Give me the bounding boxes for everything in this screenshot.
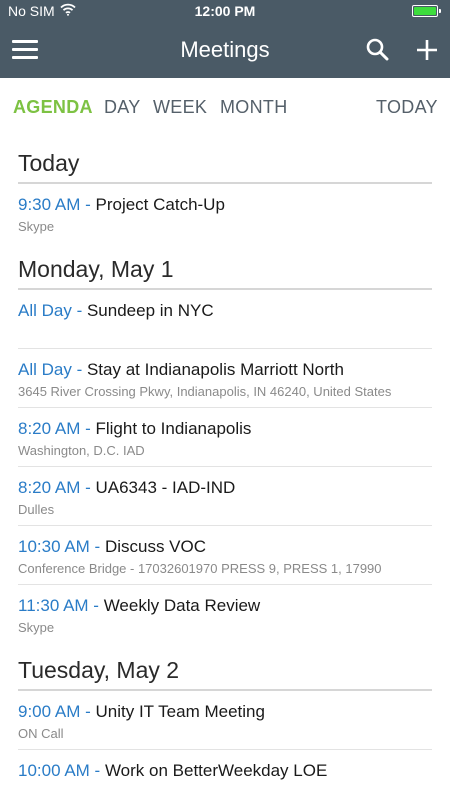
event-time: 10:30 AM <box>18 537 90 556</box>
event-time: All Day <box>18 360 72 379</box>
event-item[interactable]: 9:30 AM - Project Catch-Up Skype <box>18 184 432 242</box>
search-icon[interactable] <box>364 36 392 64</box>
tab-agenda[interactable]: AGENDA <box>13 97 93 118</box>
event-title: Discuss VOC <box>104 537 207 556</box>
event-location: Dulles <box>18 502 55 517</box>
event-separator: - <box>80 702 96 721</box>
agenda-list: Today 9:30 AM - Project Catch-Up Skype M… <box>0 136 450 808</box>
status-time: 12:00 PM <box>194 3 256 19</box>
event-location: Washington, D.C. IAD <box>18 443 145 458</box>
view-tabs: AGENDA DAY WEEK MONTH TODAY <box>0 78 450 134</box>
event-separator: - <box>89 761 105 780</box>
event-separator: - <box>71 360 87 379</box>
event-time: 9:30 AM <box>18 195 81 214</box>
event-time: 11:30 AM <box>18 596 89 615</box>
event-location: Skype <box>18 219 55 234</box>
event-line: All Day - Sundeep in NYC <box>18 301 432 321</box>
plus-icon[interactable] <box>413 36 441 64</box>
event-location: ON Call <box>18 726 64 741</box>
event-location: Conference Bridge - 17032601970 PRESS 9,… <box>18 561 382 576</box>
event-time: 9:00 AM <box>18 702 81 721</box>
nav-bar: Meetings <box>0 22 450 78</box>
day-header: Today <box>18 136 432 184</box>
tab-day[interactable]: DAY <box>104 97 141 118</box>
event-location: 3645 River Crossing Pkwy, Indianapolis, … <box>18 384 392 399</box>
event-title: Work on BetterWeekday LOE <box>104 761 328 780</box>
event-time: All Day <box>18 301 72 320</box>
tab-week[interactable]: WEEK <box>153 97 207 118</box>
today-button[interactable]: TODAY <box>376 97 438 118</box>
event-location: Skype <box>18 620 55 635</box>
event-line: 9:00 AM - Unity IT Team Meeting <box>18 702 432 722</box>
event-item[interactable]: 8:20 AM - UA6343 - IAD-IND Dulles <box>18 467 432 526</box>
event-item[interactable]: 11:30 AM - Weekly Data Review Skype <box>18 585 432 643</box>
event-line: All Day - Stay at Indianapolis Marriott … <box>18 360 432 380</box>
event-separator: - <box>80 478 96 497</box>
event-time: 10:00 AM <box>18 761 90 780</box>
event-separator: - <box>71 301 87 320</box>
event-line: 8:20 AM - UA6343 - IAD-IND <box>18 478 432 498</box>
event-item[interactable]: All Day - Sundeep in NYC <box>18 290 432 349</box>
event-item[interactable]: 9:00 AM - Unity IT Team Meeting ON Call <box>18 691 432 750</box>
event-separator: - <box>80 195 96 214</box>
event-line: 8:20 AM - Flight to Indianapolis <box>18 419 432 439</box>
event-time: 8:20 AM <box>18 478 81 497</box>
event-title: Stay at Indianapolis Marriott North <box>86 360 344 379</box>
tab-month[interactable]: MONTH <box>220 97 288 118</box>
day-header: Monday, May 1 <box>18 242 432 290</box>
event-line: 9:30 AM - Project Catch-Up <box>18 195 432 215</box>
event-time: 8:20 AM <box>18 419 81 438</box>
event-title: Sundeep in NYC <box>86 301 214 320</box>
event-line: 10:30 AM - Discuss VOC <box>18 537 432 557</box>
event-separator: - <box>88 596 104 615</box>
event-line: 10:00 AM - Work on BetterWeekday LOE <box>18 761 432 781</box>
battery-tip <box>439 9 441 13</box>
battery-level <box>414 7 436 15</box>
event-item[interactable]: 10:00 AM - Work on BetterWeekday LOE <box>18 750 432 808</box>
event-line: 11:30 AM - Weekly Data Review <box>18 596 432 616</box>
event-item[interactable]: All Day - Stay at Indianapolis Marriott … <box>18 349 432 408</box>
event-item[interactable]: 8:20 AM - Flight to Indianapolis Washing… <box>18 408 432 467</box>
event-item[interactable]: 10:30 AM - Discuss VOC Conference Bridge… <box>18 526 432 585</box>
event-title: Weekly Data Review <box>103 596 261 615</box>
status-bar: No SIM 12:00 PM <box>0 0 450 22</box>
event-title: Flight to Indianapolis <box>95 419 252 438</box>
event-separator: - <box>89 537 105 556</box>
battery-icon <box>412 5 441 17</box>
event-title: Unity IT Team Meeting <box>95 702 265 721</box>
event-title: Project Catch-Up <box>95 195 225 214</box>
event-separator: - <box>80 419 96 438</box>
event-title: UA6343 - IAD-IND <box>95 478 236 497</box>
day-header: Tuesday, May 2 <box>18 643 432 691</box>
